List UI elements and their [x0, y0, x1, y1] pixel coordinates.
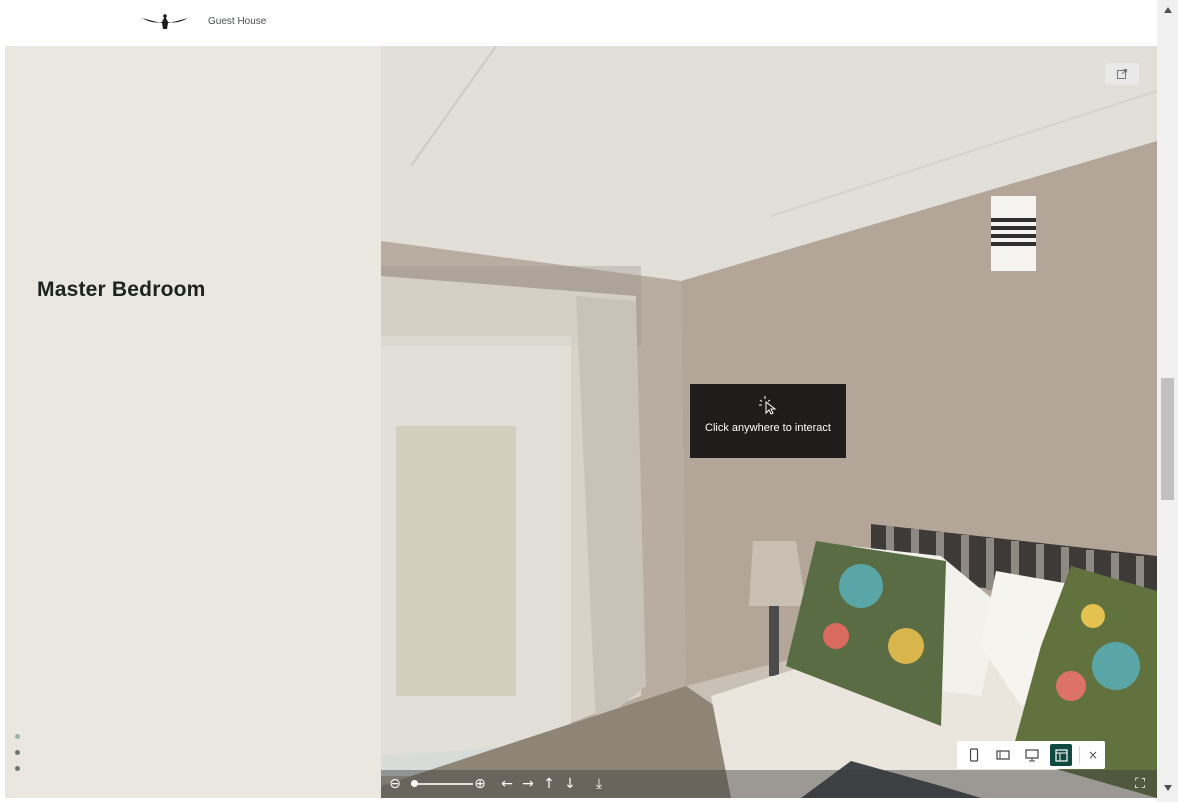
bird-logo-icon[interactable]: [140, 12, 190, 32]
tablet-view-button[interactable]: [992, 744, 1014, 766]
triangle-up-icon: [1163, 6, 1172, 13]
close-device-bar-button[interactable]: ×: [1088, 748, 1098, 762]
arrow-right-icon[interactable]: →: [520, 776, 536, 792]
open-external-button[interactable]: [1105, 63, 1139, 85]
pagination-dot[interactable]: [15, 766, 20, 771]
click-cursor-icon: [759, 396, 777, 415]
arrow-down-icon[interactable]: ↓: [562, 776, 578, 792]
section-title: Master Bedroom: [37, 278, 206, 301]
viewer-toolbar: ⊖ ⊕ ← → ↑ ↓ ⤓ ⛶: [381, 770, 1157, 798]
scroll-up-button[interactable]: [1162, 4, 1173, 15]
fullscreen-icon[interactable]: ⛶: [1132, 776, 1148, 792]
arrow-left-icon[interactable]: ←: [499, 776, 515, 792]
scroll-down-button[interactable]: [1162, 782, 1173, 793]
device-view-switcher: ×: [957, 741, 1105, 769]
left-panel: Master Bedroom: [5, 46, 381, 798]
pagination-dot[interactable]: [15, 734, 20, 739]
zoom-slider[interactable]: [411, 783, 473, 785]
mobile-view-button[interactable]: [963, 744, 985, 766]
tablet-icon: [996, 750, 1010, 760]
external-link-icon: [1117, 69, 1127, 79]
zoom-out-icon[interactable]: ⊖: [387, 776, 403, 792]
zoom-slider-handle[interactable]: [411, 780, 418, 787]
virtual-tour-viewer[interactable]: Click anywhere to interact × ⊖ ⊕ ← → ↑ ↓…: [381, 46, 1157, 798]
divider: [1079, 746, 1080, 764]
brand-name[interactable]: Guest House: [208, 16, 266, 27]
scrollbar-thumb[interactable]: [1161, 378, 1174, 500]
split-view-button[interactable]: [1050, 744, 1072, 766]
monitor-icon: [1025, 748, 1039, 761]
layout-icon: [1054, 748, 1068, 762]
pagination-dots: [15, 734, 20, 782]
page: Guest House Master Bedroom Click anywher…: [0, 0, 1178, 802]
page-scrollbar[interactable]: [1157, 0, 1178, 802]
interact-message: Click anywhere to interact: [705, 422, 831, 434]
phone-icon: [969, 748, 979, 762]
download-icon[interactable]: ⤓: [591, 776, 607, 792]
desktop-view-button[interactable]: [1021, 744, 1043, 766]
interact-overlay[interactable]: Click anywhere to interact: [690, 384, 846, 458]
triangle-down-icon: [1163, 784, 1172, 791]
arrow-up-icon[interactable]: ↑: [541, 776, 557, 792]
zoom-in-icon[interactable]: ⊕: [472, 776, 488, 792]
pagination-dot[interactable]: [15, 750, 20, 755]
header: Guest House: [0, 0, 1157, 46]
